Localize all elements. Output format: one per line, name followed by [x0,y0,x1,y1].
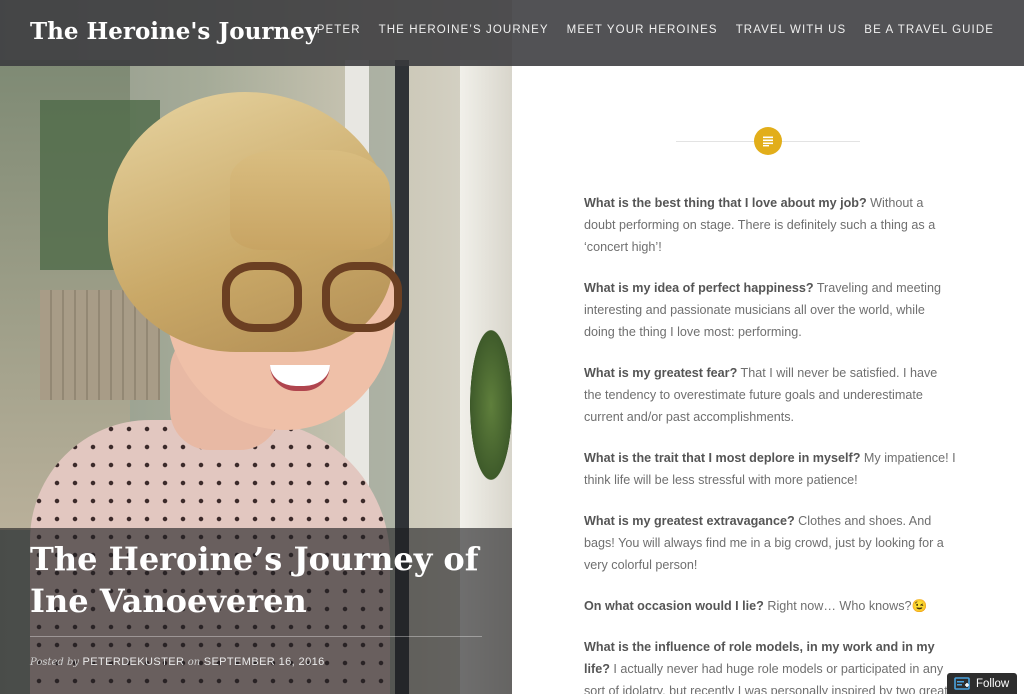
nav-item-travel-with-us[interactable]: TRAVEL WITH US [736,24,847,36]
posted-by-label: Posted by [30,657,80,668]
qa-paragraph: What is the best thing that I love about… [584,192,956,258]
follow-icon [954,676,970,690]
qa-paragraph: What is my greatest extravagance? Clothe… [584,510,956,576]
qa-paragraph: What is the influence of role models, in… [584,636,956,694]
question: What is my idea of perfect happiness? [584,281,814,295]
site-title[interactable]: The Heroine's Journey [30,18,318,45]
answer: Right now… Who knows?😉 [763,599,928,613]
qa-paragraph: What is my greatest fear? That I will ne… [584,362,956,428]
nav-item-be-a-travel-guide[interactable]: BE A TRAVEL GUIDE [864,24,994,36]
post-title[interactable]: The Heroine’s Journey of Ine Vanoeveren [30,538,490,622]
nav-item-peter[interactable]: PETER [317,24,361,36]
qa-paragraph: What is my idea of perfect happiness? Tr… [584,277,956,343]
post-meta: Posted by PETERDEKUSTER on SEPTEMBER 16,… [30,656,325,668]
post-content: What is the best thing that I love about… [584,192,956,694]
author-link[interactable]: PETERDEKUSTER [83,656,185,668]
answer: I actually never had huge role models or… [584,662,948,694]
site-header: The Heroine's Journey PETER THE HEROINE’… [0,0,1024,66]
question: What is my greatest fear? [584,366,738,380]
question: What is my greatest extravagance? [584,514,795,528]
qa-paragraph: What is the trait that I most deplore in… [584,447,956,491]
on-label: on [187,657,201,668]
document-lines-icon [754,127,782,155]
nav-item-heroines-journey[interactable]: THE HEROINE’S JOURNEY [379,24,549,36]
nav-item-meet-your-heroines[interactable]: MEET YOUR HEROINES [567,24,718,36]
follow-label: Follow [976,677,1010,690]
post-date-link[interactable]: SEPTEMBER 16, 2016 [204,656,325,668]
question: What is the best thing that I love about… [584,196,867,210]
caption-divider [30,636,482,637]
follow-button[interactable]: Follow [947,673,1017,694]
main-nav: PETER THE HEROINE’S JOURNEY MEET YOUR HE… [317,24,994,36]
question: What is the trait that I most deplore in… [584,451,861,465]
qa-paragraph: On what occasion would I lie? Right now…… [584,595,956,617]
question: On what occasion would I lie? [584,599,764,613]
